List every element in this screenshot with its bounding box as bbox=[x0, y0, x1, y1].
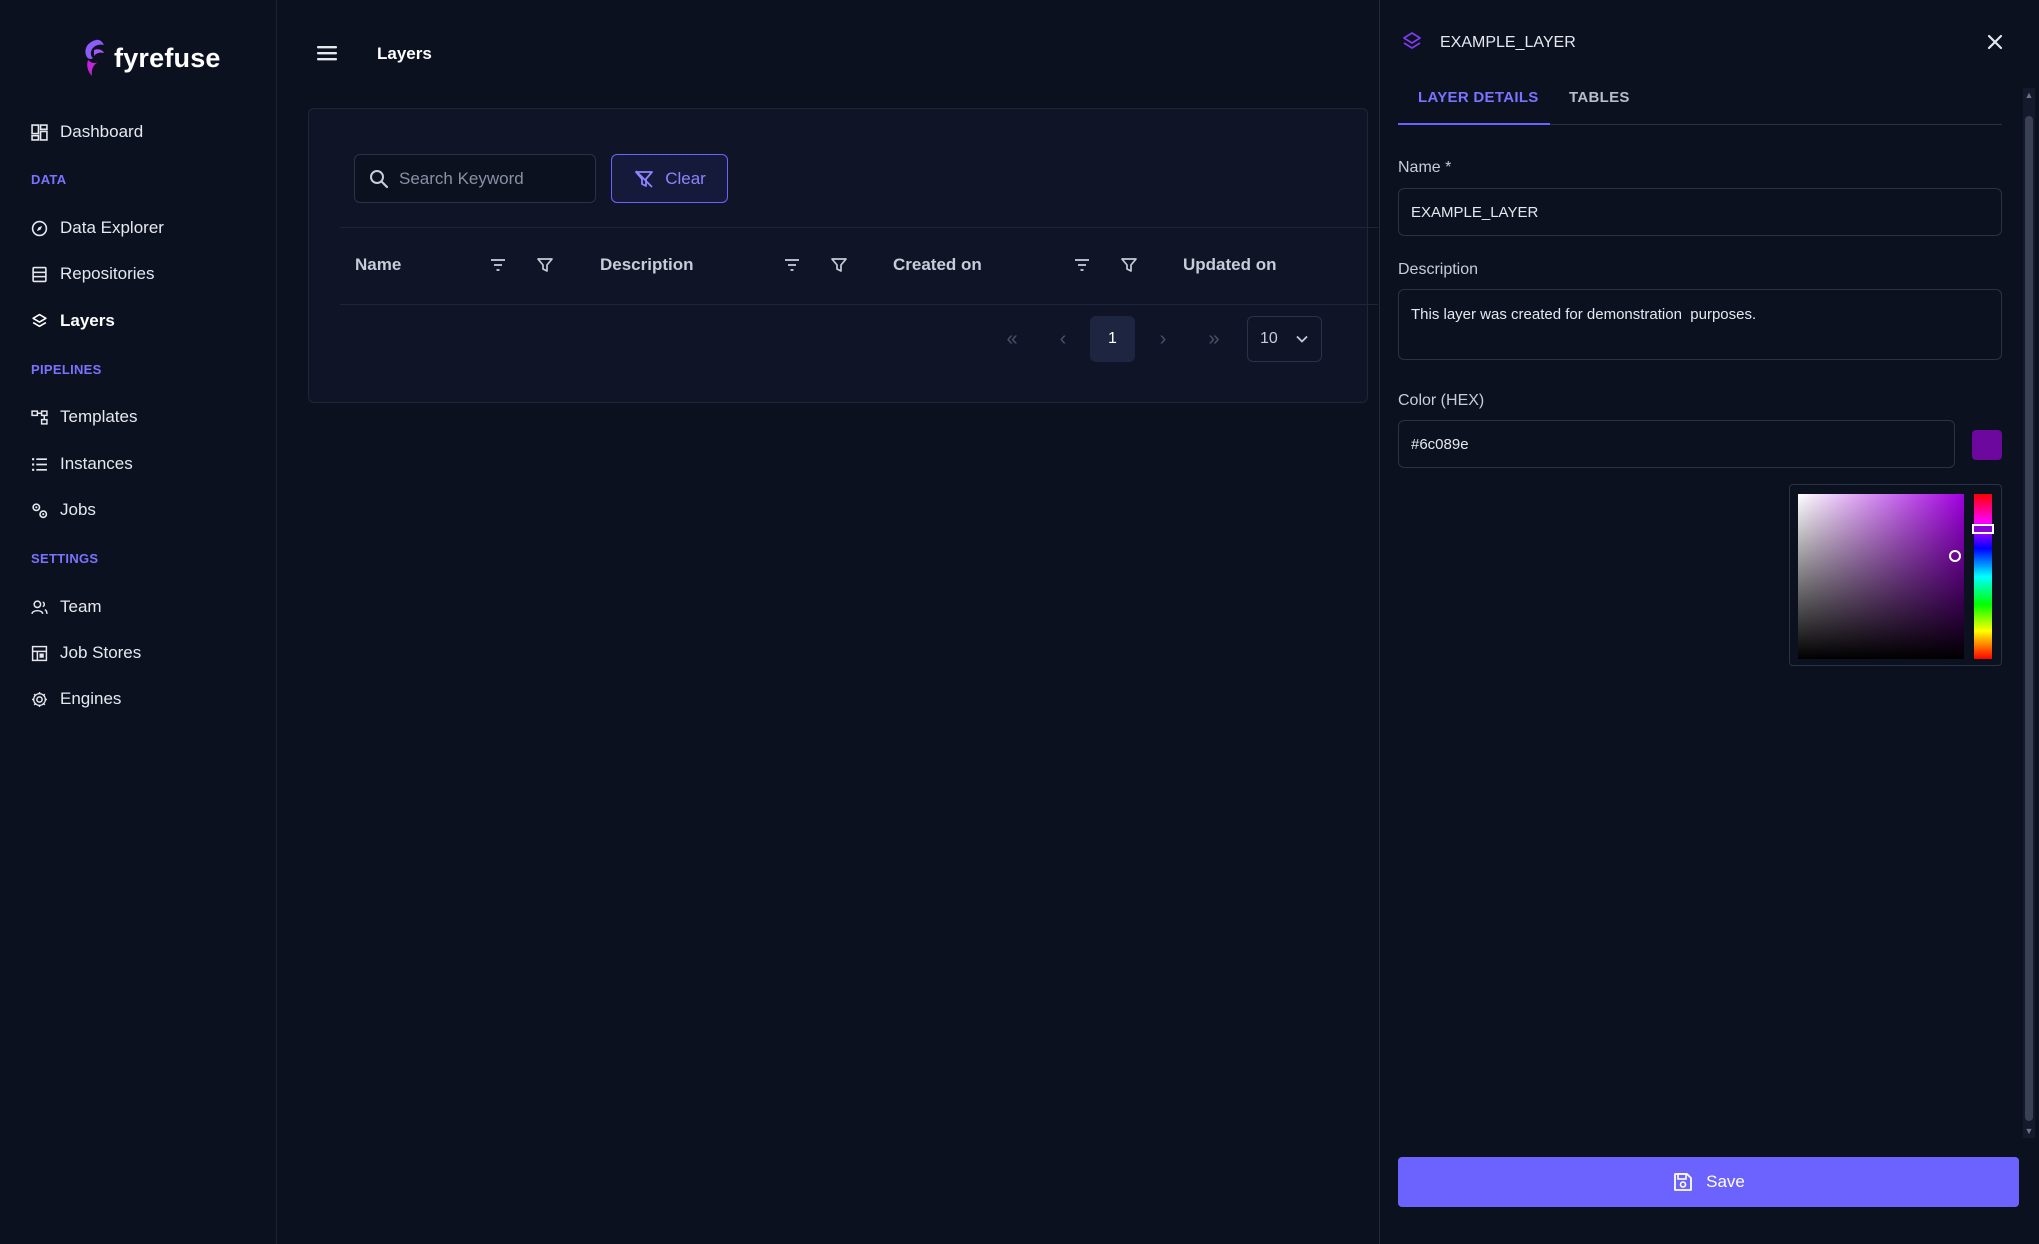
sidebar-item-label: Templates bbox=[60, 407, 138, 426]
color-saturation-area[interactable] bbox=[1798, 494, 1964, 659]
chevron-down-icon bbox=[1296, 335, 1308, 343]
page-title: Layers bbox=[377, 44, 432, 63]
search-box[interactable] bbox=[354, 154, 596, 203]
save-icon bbox=[1674, 1173, 1693, 1191]
search-icon bbox=[370, 169, 389, 188]
layers-icon bbox=[32, 313, 47, 327]
last-page-button[interactable]: » bbox=[1192, 316, 1236, 362]
app-name: fyrefuse bbox=[114, 42, 221, 73]
compass-icon bbox=[31, 220, 48, 236]
column-header-created-on[interactable]: Created on bbox=[893, 255, 982, 275]
filter-off-icon bbox=[635, 169, 654, 188]
sidebar-item-team[interactable]: Team bbox=[31, 597, 102, 617]
team-icon bbox=[31, 599, 48, 614]
first-page-button[interactable]: « bbox=[990, 316, 1034, 362]
list-icon bbox=[32, 457, 47, 471]
clear-button-label: Clear bbox=[665, 168, 706, 188]
name-field[interactable] bbox=[1398, 188, 2002, 236]
sidebar-item-templates[interactable]: Templates bbox=[31, 407, 137, 427]
sidebar-item-instances[interactable]: Instances bbox=[31, 454, 133, 474]
fyrefuse-logo-icon bbox=[85, 39, 104, 76]
sidebar-item-label: Team bbox=[60, 597, 102, 616]
tab-tables[interactable]: TABLES bbox=[1569, 89, 1630, 106]
active-tab-indicator bbox=[1398, 123, 1550, 125]
sidebar-item-data-explorer[interactable]: Data Explorer bbox=[31, 218, 164, 238]
database-icon bbox=[32, 266, 47, 282]
color-field-label: Color (HEX) bbox=[1398, 392, 1485, 409]
search-input[interactable] bbox=[399, 168, 579, 189]
color-swatch[interactable] bbox=[1972, 430, 2002, 460]
color-hex-field[interactable] bbox=[1398, 420, 1955, 468]
app-logo[interactable]: fyrefuse bbox=[82, 38, 221, 78]
nav-section-settings: SETTINGS bbox=[31, 551, 99, 566]
drawer-scrollbar-thumb[interactable] bbox=[2025, 116, 2033, 1121]
sidebar-item-repositories[interactable]: Repositories bbox=[31, 264, 155, 284]
filter-icon[interactable] bbox=[536, 256, 554, 274]
tab-layer-details[interactable]: LAYER DETAILS bbox=[1418, 89, 1539, 106]
sidebar-item-label: Engines bbox=[60, 689, 122, 708]
nav-section-pipelines: PIPELINES bbox=[31, 362, 102, 377]
sidebar-item-label: Data Explorer bbox=[60, 218, 164, 237]
dashboard-icon bbox=[31, 123, 48, 141]
sidebar-item-layers[interactable]: Layers bbox=[31, 311, 115, 331]
sidebar-item-engines[interactable]: Engines bbox=[31, 689, 121, 709]
hamburger-menu-icon[interactable] bbox=[315, 42, 339, 64]
sidebar-item-label: Repositories bbox=[60, 264, 155, 283]
save-button-label: Save bbox=[1706, 1172, 1745, 1191]
scroll-up-arrow-icon[interactable]: ▲ bbox=[2024, 90, 2034, 100]
sidebar-item-label: Layers bbox=[60, 311, 115, 330]
sidebar-item-label: Job Stores bbox=[60, 643, 142, 662]
workflow-icon bbox=[31, 409, 48, 425]
sidebar-item-label: Jobs bbox=[60, 500, 96, 519]
page-size-select[interactable]: 10 bbox=[1247, 316, 1322, 362]
layers-icon bbox=[1403, 32, 1421, 49]
sort-icon[interactable] bbox=[783, 256, 801, 274]
color-picker-cursor[interactable] bbox=[1949, 550, 1961, 562]
column-header-updated-on[interactable]: Updated on bbox=[1183, 255, 1277, 275]
page-size-value: 10 bbox=[1260, 330, 1278, 347]
sidebar-item-label: Dashboard bbox=[60, 122, 144, 141]
sidebar-item-jobs[interactable]: Jobs bbox=[31, 500, 96, 520]
column-header-name[interactable]: Name bbox=[355, 255, 401, 275]
sidebar-item-job-stores[interactable]: Job Stores bbox=[31, 643, 141, 663]
sidebar: fyrefuse Dashboard DATA Data Explorer Re… bbox=[0, 0, 277, 1244]
description-field-label: Description bbox=[1398, 261, 1479, 278]
job-store-icon bbox=[31, 645, 48, 661]
sort-icon[interactable] bbox=[1073, 256, 1091, 274]
nav-section-data: DATA bbox=[31, 172, 67, 187]
hue-slider[interactable] bbox=[1974, 494, 1992, 659]
hue-slider-handle[interactable] bbox=[1972, 524, 1994, 534]
gears-icon bbox=[32, 502, 48, 518]
sidebar-item-dashboard[interactable]: Dashboard bbox=[31, 122, 143, 142]
scroll-down-arrow-icon[interactable]: ▼ bbox=[2024, 1126, 2034, 1136]
clear-filters-button[interactable]: Clear bbox=[611, 154, 728, 203]
next-page-button[interactable]: › bbox=[1141, 316, 1185, 362]
previous-page-button[interactable]: ‹ bbox=[1041, 316, 1085, 362]
filter-icon[interactable] bbox=[1120, 256, 1138, 274]
name-field-label: Name * bbox=[1398, 159, 1452, 176]
column-header-description[interactable]: Description bbox=[600, 255, 694, 275]
filter-icon[interactable] bbox=[830, 256, 848, 274]
sort-icon[interactable] bbox=[489, 256, 507, 274]
close-icon[interactable] bbox=[1983, 30, 2007, 54]
drawer-title: EXAMPLE_LAYER bbox=[1440, 34, 1576, 51]
engine-icon bbox=[32, 691, 47, 707]
sidebar-item-label: Instances bbox=[60, 454, 133, 473]
page-number-button[interactable]: 1 bbox=[1090, 316, 1135, 362]
description-field[interactable]: This layer was created for demonstration… bbox=[1398, 289, 2002, 360]
save-button[interactable]: Save bbox=[1398, 1157, 2019, 1207]
app-root: fyrefuse Dashboard DATA Data Explorer Re… bbox=[0, 0, 2039, 1244]
